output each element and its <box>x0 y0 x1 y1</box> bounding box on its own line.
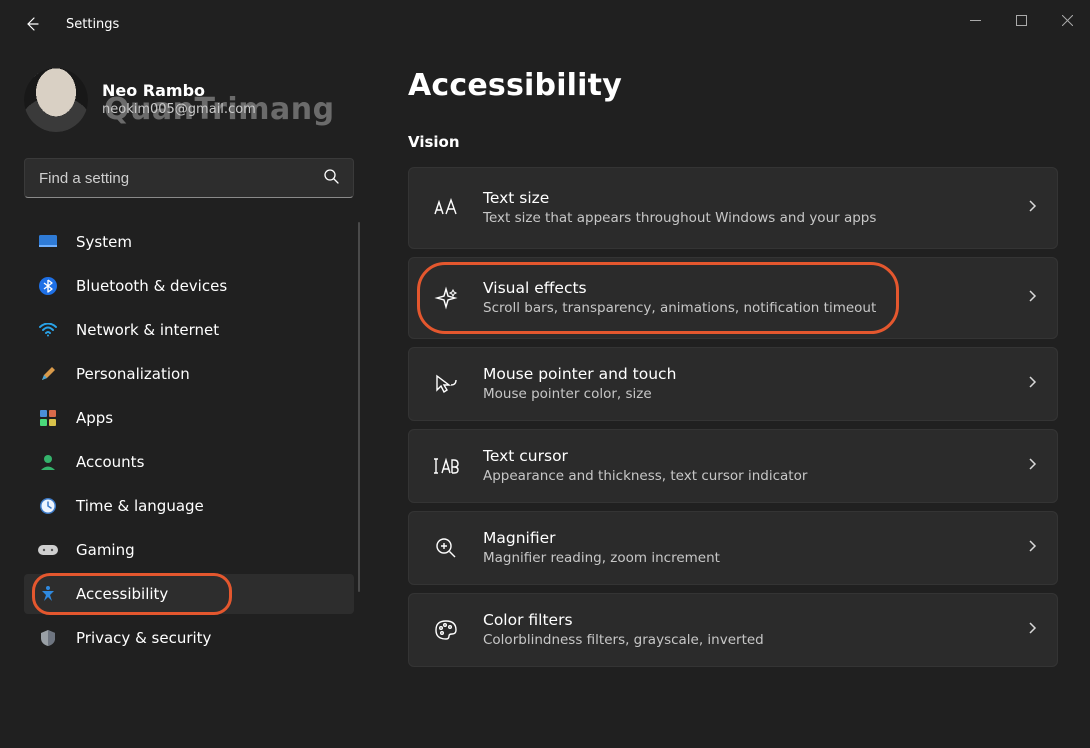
sidebar-item-label: Network & internet <box>76 321 219 339</box>
window-controls <box>952 0 1090 40</box>
sidebar-item-privacy[interactable]: Privacy & security <box>24 618 354 658</box>
card-text-size[interactable]: Text size Text size that appears through… <box>408 167 1058 249</box>
person-icon <box>38 452 58 472</box>
card-title: Text cursor <box>483 446 1015 467</box>
app-title: Settings <box>66 17 119 32</box>
chevron-right-icon <box>1027 457 1037 475</box>
nav-scrollbar[interactable] <box>358 222 360 592</box>
card-subtitle: Colorblindness filters, grayscale, inver… <box>483 631 1015 649</box>
sidebar-item-label: Accessibility <box>76 585 168 603</box>
maximize-icon <box>1016 15 1027 26</box>
minimize-button[interactable] <box>952 0 998 40</box>
chevron-right-icon <box>1027 539 1037 557</box>
text-cursor-icon <box>431 456 461 476</box>
card-title: Color filters <box>483 610 1015 631</box>
close-button[interactable] <box>1044 0 1090 40</box>
sidebar-item-system[interactable]: System <box>24 222 354 262</box>
sidebar-item-personalization[interactable]: Personalization <box>24 354 354 394</box>
page-title: Accessibility <box>408 68 1058 103</box>
sidebar-item-bluetooth[interactable]: Bluetooth & devices <box>24 266 354 306</box>
shield-icon <box>38 628 58 648</box>
search-input[interactable] <box>39 170 323 187</box>
card-mouse-pointer[interactable]: Mouse pointer and touch Mouse pointer co… <box>408 347 1058 421</box>
apps-icon <box>38 408 58 428</box>
brush-icon <box>38 364 58 384</box>
gamepad-icon <box>38 540 58 560</box>
card-visual-effects[interactable]: Visual effects Scroll bars, transparency… <box>408 257 1058 339</box>
accessibility-icon <box>38 584 58 604</box>
chevron-right-icon <box>1027 375 1037 393</box>
sidebar-item-label: Personalization <box>76 365 190 383</box>
cursor-icon <box>431 373 461 395</box>
monitor-icon <box>38 232 58 252</box>
settings-card-list: Text size Text size that appears through… <box>408 167 1058 667</box>
arrow-left-icon <box>24 16 40 32</box>
sidebar: Neo Rambo neokim005@gmail.com QuanTriman… <box>0 48 360 748</box>
chevron-right-icon <box>1027 289 1037 307</box>
sidebar-item-label: Time & language <box>76 497 204 515</box>
card-subtitle: Mouse pointer color, size <box>483 385 1015 403</box>
text-size-icon <box>431 198 461 218</box>
card-subtitle: Text size that appears throughout Window… <box>483 209 1015 227</box>
sidebar-item-label: Apps <box>76 409 113 427</box>
sidebar-item-apps[interactable]: Apps <box>24 398 354 438</box>
main-content: Accessibility Vision Text size Text size… <box>360 48 1090 748</box>
maximize-button[interactable] <box>998 0 1044 40</box>
section-title: Vision <box>408 133 1058 151</box>
chevron-right-icon <box>1027 621 1037 639</box>
nav-list: System Bluetooth & devices Network & int… <box>24 222 360 658</box>
sidebar-item-label: System <box>76 233 132 251</box>
card-color-filters[interactable]: Color filters Colorblindness filters, gr… <box>408 593 1058 667</box>
clock-icon <box>38 496 58 516</box>
minimize-icon <box>970 15 981 26</box>
close-icon <box>1062 15 1073 26</box>
magnifier-icon <box>431 537 461 559</box>
sidebar-item-gaming[interactable]: Gaming <box>24 530 354 570</box>
profile-name: Neo Rambo <box>102 81 256 102</box>
sidebar-item-label: Accounts <box>76 453 144 471</box>
sidebar-item-label: Bluetooth & devices <box>76 277 227 295</box>
bluetooth-icon <box>38 276 58 296</box>
sidebar-item-accounts[interactable]: Accounts <box>24 442 354 482</box>
sidebar-item-accessibility[interactable]: Accessibility <box>24 574 354 614</box>
card-title: Mouse pointer and touch <box>483 364 1015 385</box>
profile-email: neokim005@gmail.com <box>102 102 256 119</box>
palette-icon <box>431 619 461 641</box>
chevron-right-icon <box>1027 199 1037 217</box>
wifi-icon <box>38 320 58 340</box>
titlebar: Settings <box>0 0 1090 48</box>
card-title: Text size <box>483 188 1015 209</box>
sidebar-item-time-language[interactable]: Time & language <box>24 486 354 526</box>
back-button[interactable] <box>14 6 50 42</box>
card-title: Magnifier <box>483 528 1015 549</box>
search-box[interactable] <box>24 158 354 198</box>
search-icon <box>323 168 339 188</box>
sidebar-item-network[interactable]: Network & internet <box>24 310 354 350</box>
avatar <box>24 68 88 132</box>
sidebar-item-label: Privacy & security <box>76 629 211 647</box>
card-subtitle: Scroll bars, transparency, animations, n… <box>483 299 1015 317</box>
sidebar-item-label: Gaming <box>76 541 135 559</box>
card-text-cursor[interactable]: Text cursor Appearance and thickness, te… <box>408 429 1058 503</box>
profile-block[interactable]: Neo Rambo neokim005@gmail.com QuanTriman… <box>24 68 360 132</box>
card-subtitle: Appearance and thickness, text cursor in… <box>483 467 1015 485</box>
card-title: Visual effects <box>483 278 1015 299</box>
card-magnifier[interactable]: Magnifier Magnifier reading, zoom increm… <box>408 511 1058 585</box>
card-subtitle: Magnifier reading, zoom increment <box>483 549 1015 567</box>
sparkle-icon <box>431 286 461 310</box>
